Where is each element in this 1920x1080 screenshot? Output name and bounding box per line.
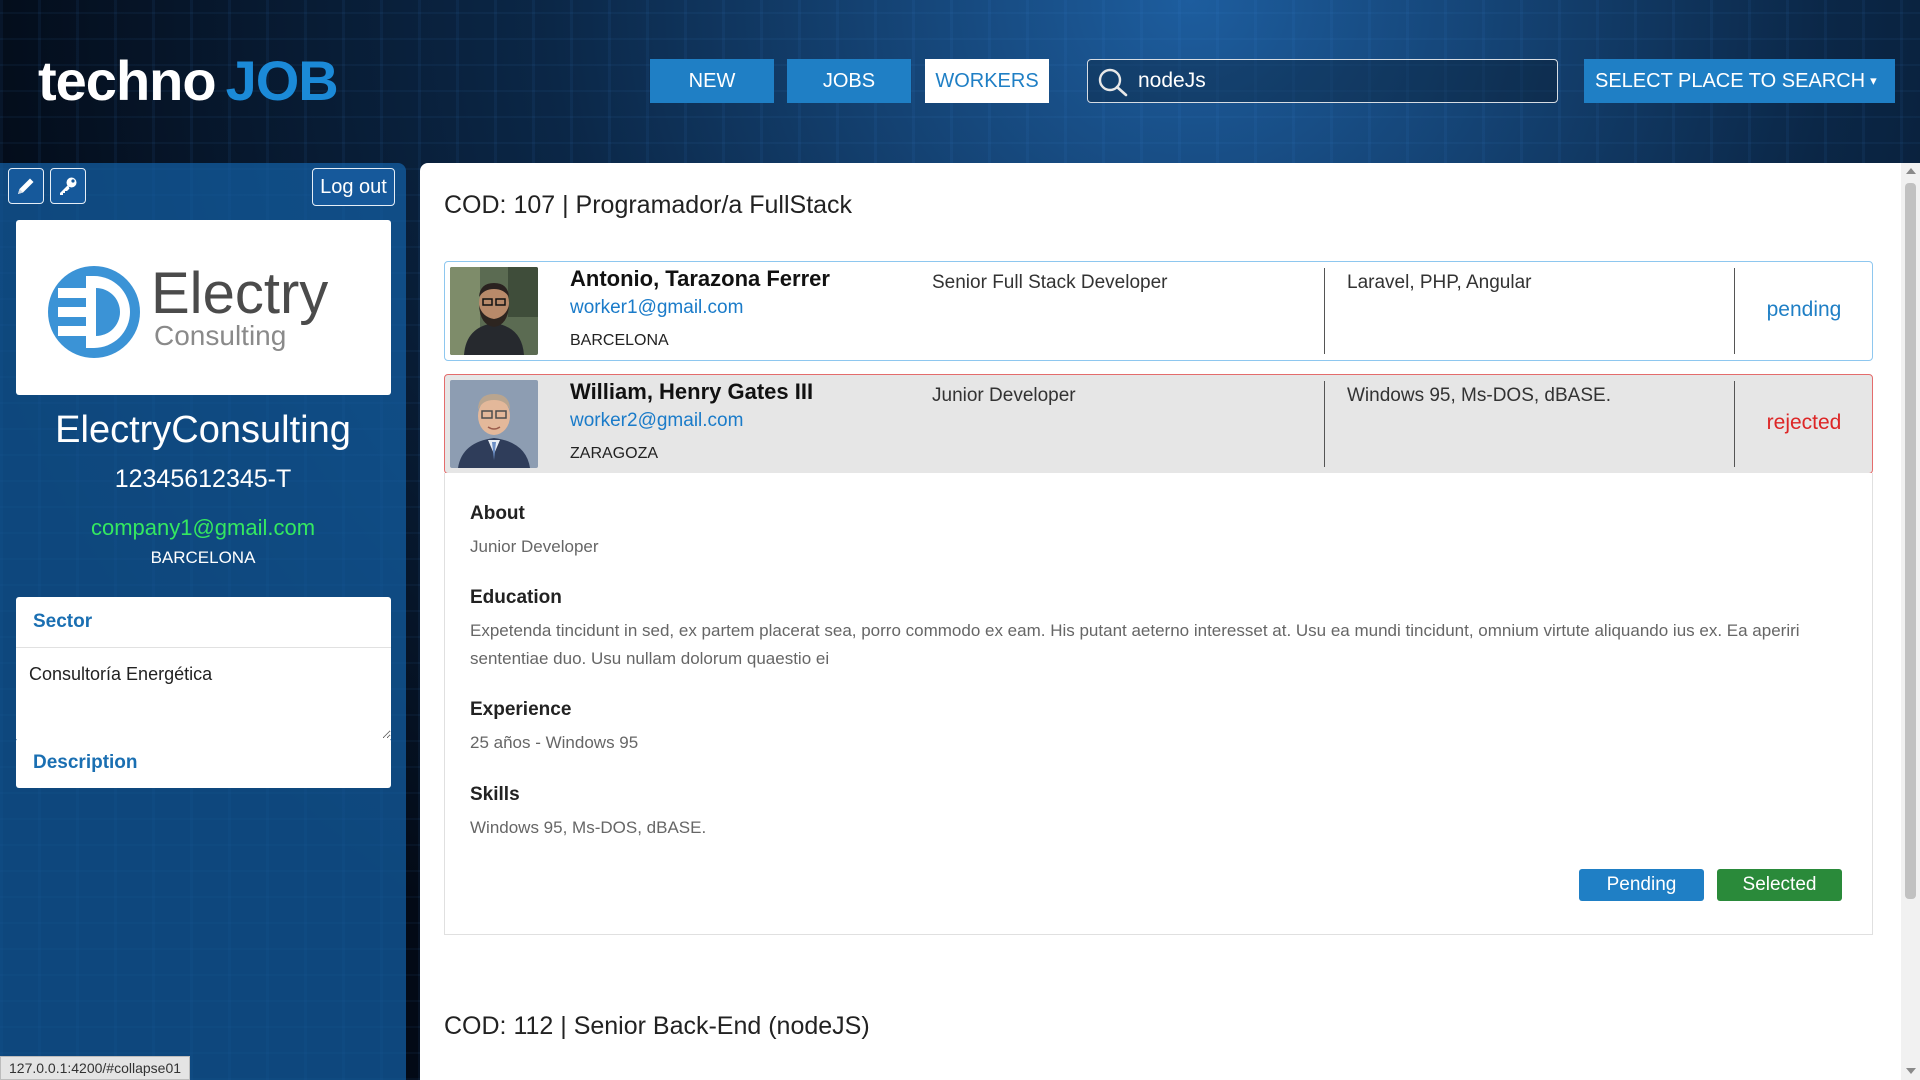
experience-text: 25 años - Windows 95	[470, 733, 639, 752]
browser-status-url: 127.0.0.1:4200/#collapse01	[0, 1056, 191, 1080]
company-city: BARCELONA	[150, 548, 256, 567]
electry-logo-mark	[48, 266, 140, 358]
search-icon	[1098, 68, 1128, 97]
about-heading: About	[470, 503, 525, 524]
education-text: Expetenda tincidunt in sed, ex partem pl…	[470, 621, 1800, 668]
skills-text: Windows 95, Ms-DOS, dBASE.	[470, 818, 707, 837]
logo-line-2: Consulting	[154, 320, 287, 351]
edit-profile-button[interactable]	[8, 168, 44, 204]
company-sidebar: Log out Electry Consulting ElectryConsul…	[0, 163, 406, 1080]
worker-position: Junior Developer	[932, 385, 1076, 406]
job-title[interactable]: COD: 112 | Senior Back-End (nodeJS)	[444, 1012, 870, 1041]
logout-button[interactable]: Log out	[312, 168, 395, 206]
company-name: ElectryConsulting	[55, 409, 351, 451]
caret-down-icon: ▾	[1870, 73, 1877, 88]
change-password-button[interactable]	[50, 168, 86, 204]
company-logo: Electry Consulting	[16, 220, 391, 395]
worker-city: ZARAGOZA	[570, 445, 659, 462]
key-icon	[60, 177, 77, 195]
select-place-dropdown[interactable]: SELECT PLACE TO SEARCH ▾	[1584, 59, 1895, 103]
company-tax-id: 12345612345-T	[114, 465, 292, 493]
applicant-detail-panel: About Junior Developer Education Expeten…	[444, 473, 1873, 935]
scroll-up-arrow-icon[interactable]	[1906, 168, 1916, 174]
nav-workers-button[interactable]: WORKERS	[925, 59, 1049, 103]
application-status: rejected	[1766, 411, 1842, 434]
logo-line-1: Electry	[151, 261, 329, 326]
worker-email[interactable]: worker1@gmail.com	[570, 297, 743, 319]
select-place-label: SELECT PLACE TO SEARCH	[1595, 70, 1866, 92]
worker-name: William, Henry Gates III	[570, 379, 814, 404]
scrollbar-thumb[interactable]	[1905, 183, 1916, 899]
skills-heading: Skills	[470, 784, 520, 805]
main-scrollbar[interactable]	[1901, 163, 1920, 1080]
top-navbar: technoJOB NEW JOBS WORKERS SELECT PLACE …	[0, 0, 1920, 162]
sector-textarea[interactable]	[16, 648, 391, 739]
logo-text-techno: techno	[38, 49, 217, 112]
worker-email[interactable]: worker2@gmail.com	[570, 410, 743, 432]
worker-position: Senior Full Stack Developer	[932, 272, 1168, 293]
applicant-row[interactable]: William, Henry Gates III worker2@gmail.c…	[444, 374, 1873, 474]
scroll-down-arrow-icon[interactable]	[1906, 1068, 1916, 1074]
logo-text-job: JOB	[225, 49, 339, 112]
sector-label: Sector	[16, 597, 391, 648]
worker-photo	[450, 267, 538, 355]
application-status: pending	[1766, 298, 1842, 321]
company-email: company1@gmail.com	[90, 515, 316, 540]
technojob-logo[interactable]: techno JOB	[38, 46, 339, 116]
worker-name: Antonio, Tarazona Ferrer	[570, 266, 830, 291]
worker-city: BARCELONA	[570, 332, 669, 349]
mark-pending-button[interactable]: Pending	[1579, 869, 1704, 901]
job-title[interactable]: COD: 107 | Programador/a FullStack	[444, 191, 852, 220]
pencil-icon	[18, 178, 34, 194]
applicant-row[interactable]: Antonio, Tarazona Ferrer worker1@gmail.c…	[444, 261, 1873, 361]
nav-jobs-button[interactable]: JOBS	[787, 59, 911, 103]
worker-skills: Windows 95, Ms-DOS, dBASE.	[1347, 385, 1611, 406]
column-divider	[1324, 381, 1325, 467]
search-input[interactable]	[1138, 64, 1538, 98]
main-content: COD: 107 | Programador/a FullStack Anton…	[420, 163, 1920, 1080]
description-card: Description	[16, 738, 391, 788]
education-heading: Education	[470, 587, 562, 608]
nav-new-button[interactable]: NEW	[650, 59, 774, 103]
column-divider	[1324, 268, 1325, 354]
mark-selected-button[interactable]: Selected	[1717, 869, 1842, 901]
search-box	[1087, 59, 1558, 103]
about-text: Junior Developer	[470, 537, 599, 556]
worker-photo	[450, 380, 538, 468]
worker-skills: Laravel, PHP, Angular	[1347, 272, 1532, 293]
sector-card: Sector	[16, 597, 391, 739]
description-label: Description	[33, 752, 138, 773]
experience-heading: Experience	[470, 699, 572, 720]
